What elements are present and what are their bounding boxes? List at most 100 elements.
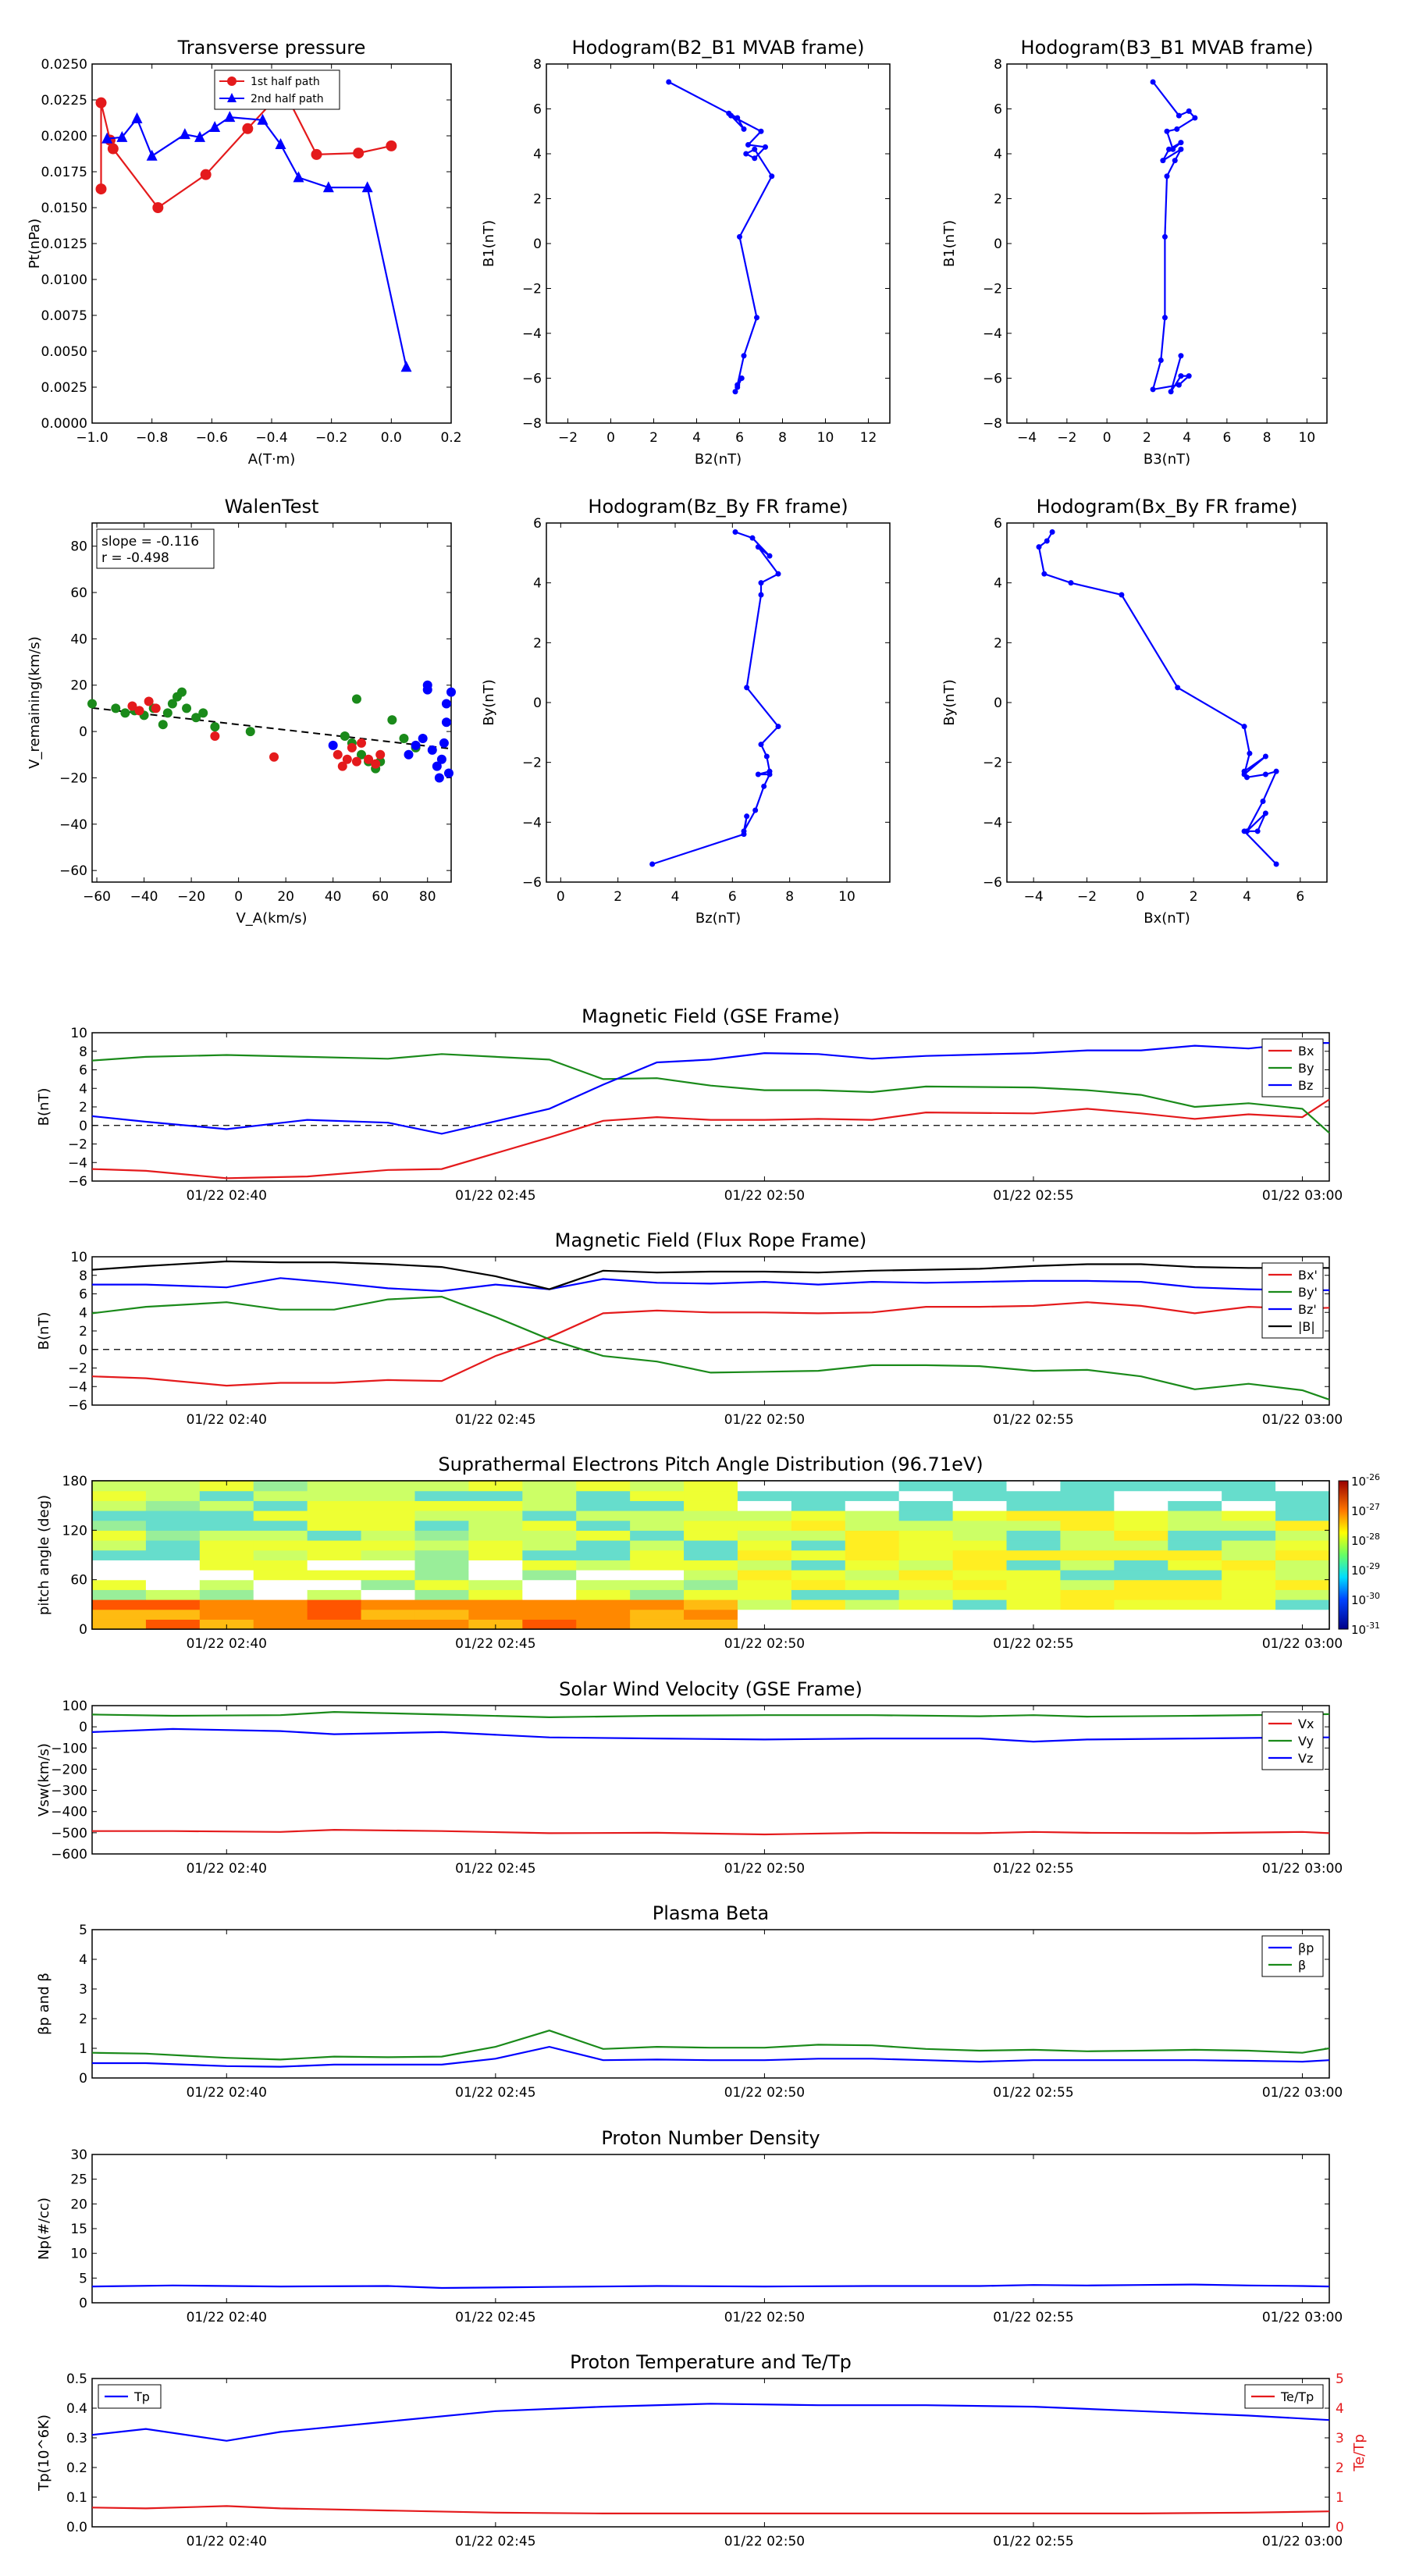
heatmap-cell — [468, 1500, 523, 1511]
chart-title: Hodogram(Bz_By FR frame) — [588, 496, 848, 518]
x-tick-label: −20 — [177, 889, 205, 905]
data-point — [210, 731, 220, 742]
heatmap-cell — [307, 1550, 362, 1560]
data-point — [1161, 315, 1168, 321]
heatmap-cell — [898, 1490, 954, 1501]
chart-title: Magnetic Field (GSE Frame) — [582, 1005, 840, 1027]
heatmap-cell — [1275, 1520, 1330, 1531]
x-tick-label: 01/22 02:50 — [724, 1412, 805, 1428]
heatmap-cell — [361, 1510, 416, 1521]
x-tick-label: 01/22 02:45 — [455, 2310, 535, 2325]
y-tick-label: −6 — [983, 875, 1002, 891]
heatmap-cell — [468, 1490, 523, 1501]
y-tick-label: 0 — [79, 1720, 87, 1735]
heatmap-cell — [145, 1520, 201, 1531]
heatmap-cell — [253, 1490, 308, 1501]
x-tick-label: 01/22 02:55 — [993, 2085, 1073, 2101]
y-tick-label: 3 — [79, 1982, 87, 1998]
legend-label: Bz — [1298, 1078, 1313, 1093]
heatmap-cell — [630, 1550, 685, 1560]
heatmap-cell — [199, 1490, 254, 1501]
heatmap-cell — [1168, 1530, 1222, 1541]
data-point — [745, 142, 751, 148]
data-point — [752, 807, 759, 813]
data-point — [752, 155, 758, 162]
data-point — [375, 749, 386, 760]
heatmap-cell — [468, 1510, 523, 1521]
heatmap-cell — [1006, 1520, 1062, 1531]
data-point — [198, 708, 208, 718]
x-tick-label: 01/22 02:50 — [724, 2085, 805, 2101]
heatmap-cell — [791, 1589, 846, 1600]
data-point — [755, 771, 761, 777]
colorbar-tick-label: 10-26 — [1351, 1472, 1380, 1489]
series-line — [92, 1828, 1330, 1836]
data-point — [763, 144, 768, 150]
data-point — [351, 756, 361, 767]
heatmap-cell — [1114, 1589, 1168, 1600]
y-tick-label: 10 — [70, 1026, 87, 1041]
y-tick-label: 6 — [533, 102, 542, 118]
legend-label: 2nd half path — [251, 93, 324, 105]
y-tick-label: 0.0025 — [41, 380, 87, 396]
heatmap-cell — [898, 1550, 954, 1560]
y-tick-label: 60 — [70, 585, 87, 601]
x-tick-label: 01/22 03:00 — [1262, 2534, 1343, 2549]
heatmap-cell — [1275, 1599, 1330, 1610]
x-axis-label: A(T·m) — [248, 451, 296, 468]
heatmap-cell — [145, 1579, 201, 1590]
heatmap-cell — [253, 1481, 308, 1492]
heatmap-cell — [522, 1490, 577, 1501]
data-point — [769, 173, 775, 180]
colorbar-tick-exp: -30 — [1366, 1591, 1380, 1601]
heatmap-cell — [199, 1609, 254, 1620]
y-tick-label: 10 — [70, 1250, 87, 1265]
y-tick-label: 30 — [70, 2147, 87, 2163]
heatmap-cell — [199, 1500, 254, 1511]
chart-h2: Hodogram(B3_B1 MVAB frame) −8 −6 −4 −2 0 2 4 6 8 −… — [941, 37, 1328, 468]
y-axis-label: Np(#/cc) — [36, 2197, 52, 2260]
heatmap-cell — [1006, 1589, 1062, 1600]
heatmap-cell — [468, 1540, 523, 1551]
data-point — [443, 768, 454, 778]
data-point — [95, 183, 107, 195]
heatmap-cell — [898, 1481, 954, 1492]
heatmap-cell — [253, 1619, 308, 1630]
y-tick-label: 0 — [994, 696, 1002, 711]
heatmap-cell — [737, 1490, 792, 1501]
series-line — [92, 1277, 1329, 1293]
x-tick-label: 10 — [817, 430, 834, 446]
data-point — [269, 752, 279, 762]
data-point — [1178, 140, 1184, 146]
x-tick-label: 01/22 03:00 — [1262, 1412, 1343, 1428]
heatmap-cell — [898, 1619, 954, 1630]
data-point — [134, 706, 144, 716]
heatmap-cell — [199, 1579, 254, 1590]
data-point — [371, 759, 381, 769]
x-tick-label: 01/22 02:40 — [187, 1188, 267, 1204]
heatmap-cell — [684, 1481, 738, 1492]
y-tick-label: −300 — [51, 1784, 87, 1799]
heatmap-cell — [522, 1520, 577, 1531]
heatmap-cell — [1275, 1530, 1330, 1541]
series-line — [1037, 531, 1279, 865]
heatmap-cell — [522, 1589, 577, 1600]
heatmap-cell — [630, 1500, 685, 1511]
colorbar-tick-base: 10 — [1351, 1534, 1366, 1548]
data-point — [1068, 580, 1074, 586]
data-point — [1247, 750, 1253, 756]
data-point — [87, 699, 97, 709]
y-tick-label: 2 — [79, 1324, 87, 1340]
heatmap-cell — [145, 1589, 201, 1600]
colorbar-tick-base: 10 — [1351, 1623, 1366, 1637]
heatmap-cell — [253, 1550, 308, 1560]
legend-label: β — [1298, 1958, 1306, 1973]
y-tick-label: −2 — [522, 282, 542, 297]
heatmap-cell — [737, 1570, 792, 1581]
heatmap-cell — [1114, 1530, 1168, 1541]
legend-label: By' — [1298, 1285, 1318, 1300]
x-tick-label: −0.6 — [196, 430, 228, 446]
heatmap-cell — [361, 1609, 416, 1620]
heatmap-cell — [414, 1490, 469, 1501]
heatmap-cell — [1060, 1500, 1115, 1511]
